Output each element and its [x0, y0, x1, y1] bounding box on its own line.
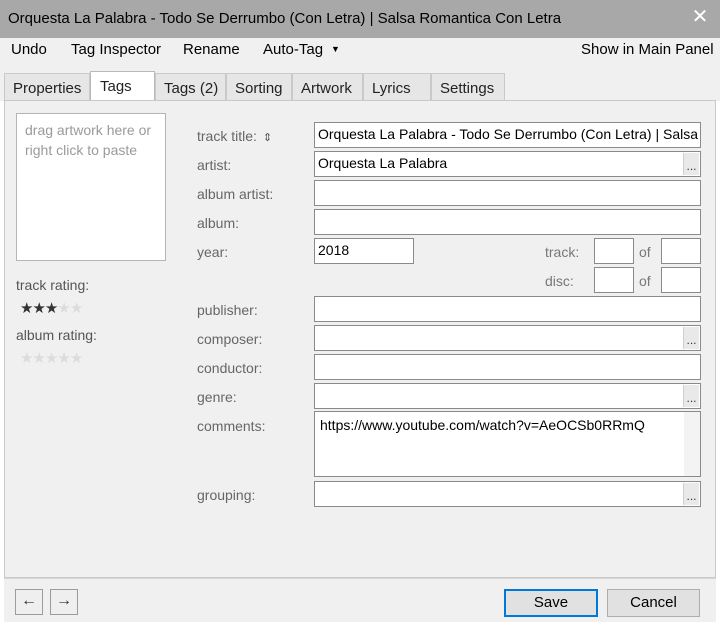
menu-bar: Undo Tag Inspector Rename Auto-Tag ▼ Show… — [0, 38, 720, 66]
rename-menu[interactable]: Rename — [183, 41, 240, 58]
star-filled-icon[interactable]: ★ — [20, 300, 33, 317]
track-number-input[interactable] — [594, 238, 634, 264]
genre-input[interactable] — [314, 383, 701, 409]
grouping-more-button[interactable]: ... — [683, 483, 699, 505]
album-artist-label: album artist: — [197, 186, 274, 202]
year-input[interactable]: 2018 — [314, 238, 414, 264]
tab-tags[interactable]: Tags — [90, 71, 155, 101]
artist-more-button[interactable]: ... — [683, 153, 699, 175]
composer-more-button[interactable]: ... — [683, 327, 699, 349]
star-empty-icon[interactable]: ★ — [45, 350, 58, 367]
track-rating-stars[interactable]: ★★★★★ — [20, 299, 83, 317]
comments-label: comments: — [197, 418, 266, 434]
tab-sorting[interactable]: Sorting — [226, 73, 292, 100]
composer-label: composer: — [197, 331, 263, 347]
star-filled-icon[interactable]: ★ — [45, 300, 58, 317]
grouping-input[interactable] — [314, 481, 701, 507]
star-empty-icon[interactable]: ★ — [20, 350, 33, 367]
disc-of-label: of — [639, 273, 651, 289]
tag-inspector-menu[interactable]: Tag Inspector — [71, 41, 161, 58]
tab-strip: Properties Tags Tags (2) Sorting Artwork… — [0, 66, 720, 101]
star-empty-icon[interactable]: ★ — [57, 350, 70, 367]
comments-textarea[interactable]: https://www.youtube.com/watch?v=AeOCSb0R… — [314, 411, 701, 477]
show-in-main-panel-menu[interactable]: Show in Main Panel — [581, 41, 714, 58]
star-empty-icon[interactable]: ★ — [70, 350, 83, 367]
star-empty-icon[interactable]: ★ — [57, 300, 70, 317]
auto-tag-label: Auto-Tag — [263, 41, 324, 58]
star-empty-icon[interactable]: ★ — [32, 350, 45, 367]
tab-artwork[interactable]: Artwork — [292, 73, 363, 100]
artist-input[interactable]: Orquesta La Palabra — [314, 151, 701, 177]
year-label: year: — [197, 244, 229, 260]
disc-number-input[interactable] — [594, 267, 634, 293]
album-rating-stars[interactable]: ★★★★★ — [20, 349, 83, 367]
grouping-label: grouping: — [197, 487, 256, 503]
genre-label: genre: — [197, 389, 237, 405]
previous-track-arrow-icon[interactable]: ← — [15, 589, 43, 615]
publisher-input[interactable] — [314, 296, 701, 322]
conductor-input[interactable] — [314, 354, 701, 380]
conductor-label: conductor: — [197, 360, 263, 376]
tab-tags-2[interactable]: Tags (2) — [155, 73, 226, 100]
artist-label: artist: — [197, 157, 232, 173]
next-track-arrow-icon[interactable]: → — [50, 589, 78, 615]
album-label: album: — [197, 215, 240, 231]
track-title-label: track title: ⇕ — [197, 128, 272, 144]
tab-settings[interactable]: Settings — [431, 73, 505, 100]
composer-input[interactable] — [314, 325, 701, 351]
tab-lyrics[interactable]: Lyrics — [363, 73, 431, 100]
track-title-input[interactable]: Orquesta La Palabra - Todo Se Derrumbo (… — [314, 122, 701, 148]
comments-scrollbar[interactable] — [684, 412, 700, 476]
dropdown-caret-icon: ▼ — [331, 44, 340, 54]
track-rating-label: track rating: — [16, 277, 90, 293]
title-bar: Orquesta La Palabra - Todo Se Derrumbo (… — [0, 0, 720, 38]
undo-menu[interactable]: Undo — [11, 41, 47, 58]
track-total-input[interactable] — [661, 238, 701, 264]
publisher-label: publisher: — [197, 302, 258, 318]
sort-updown-icon[interactable]: ⇕ — [263, 132, 272, 144]
star-empty-icon[interactable]: ★ — [70, 300, 83, 317]
save-button[interactable]: Save — [504, 589, 598, 617]
auto-tag-menu[interactable]: Auto-Tag ▼ — [263, 41, 340, 58]
album-input[interactable] — [314, 209, 701, 235]
tab-properties[interactable]: Properties — [4, 73, 90, 100]
track-title-label-text: track title: — [197, 128, 257, 144]
track-of-label: of — [639, 244, 651, 260]
album-artist-input[interactable] — [314, 180, 701, 206]
cancel-button[interactable]: Cancel — [607, 589, 700, 617]
close-icon[interactable]: ✕ — [688, 6, 712, 30]
disc-total-input[interactable] — [661, 267, 701, 293]
track-number-label: track: — [545, 244, 580, 260]
disc-number-label: disc: — [545, 273, 574, 289]
star-filled-icon[interactable]: ★ — [32, 300, 45, 317]
genre-more-button[interactable]: ... — [683, 385, 699, 407]
artwork-drop-area[interactable]: drag artwork here or right click to past… — [16, 113, 166, 261]
window-title: Orquesta La Palabra - Todo Se Derrumbo (… — [8, 10, 562, 27]
album-rating-label: album rating: — [16, 327, 97, 343]
